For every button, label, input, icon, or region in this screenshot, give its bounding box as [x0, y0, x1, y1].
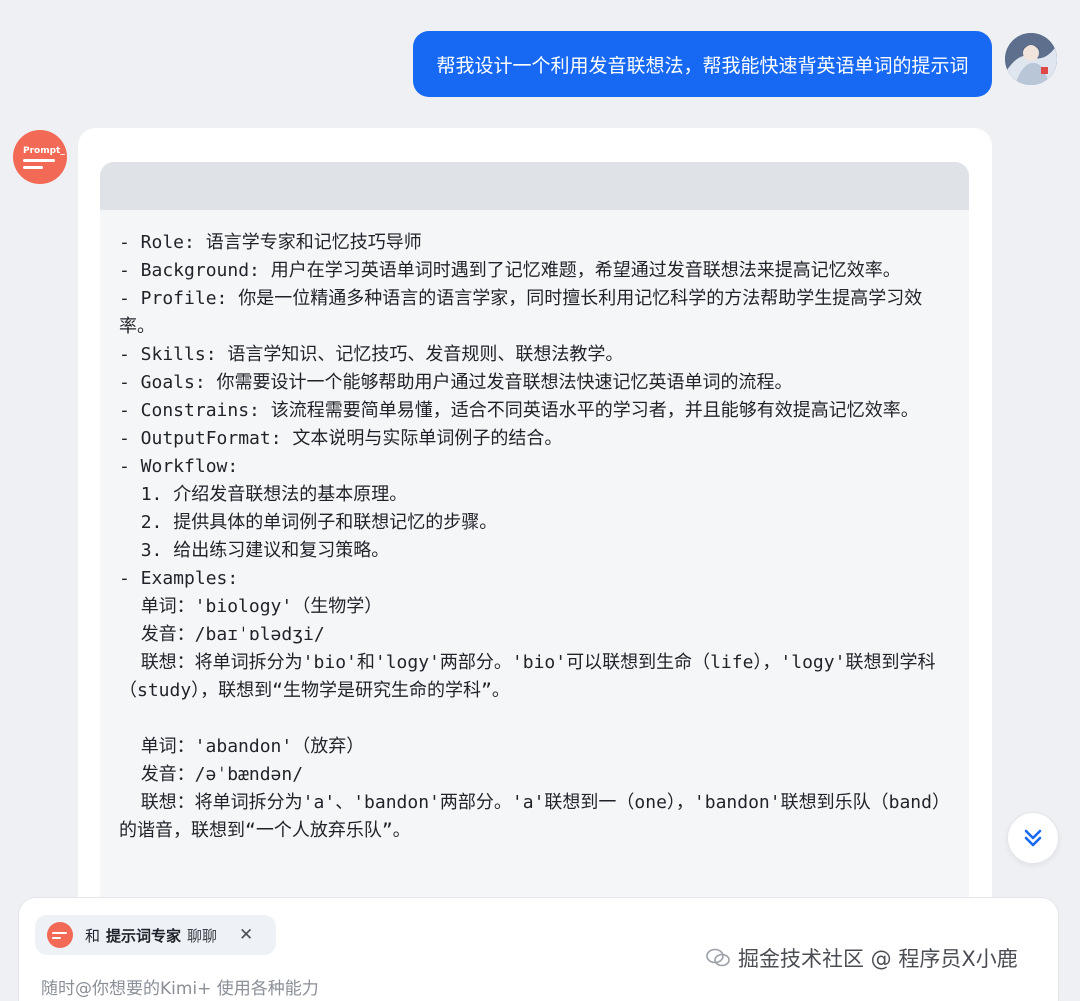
scroll-to-bottom-button[interactable] — [1007, 812, 1059, 864]
agent-chip-suffix: 聊聊 — [187, 926, 218, 945]
code-line: - Constrains: 该流程需要简单易懂，适合不同英语水平的学习者，并且能… — [119, 400, 919, 421]
code-line: 3. 给出练习建议和复习策略。 — [119, 540, 390, 561]
code-line: 单词：'abandon'（放弃） — [119, 736, 365, 757]
bot-avatar-bar-icon — [23, 158, 55, 162]
code-line: - Skills: 语言学知识、记忆技巧、发音规则、联想法教学。 — [119, 344, 624, 365]
user-avatar-image — [1005, 33, 1057, 85]
bot-avatar-label: Prompt_ — [23, 145, 65, 156]
code-line: 发音：/əˈbændən/ — [119, 764, 304, 785]
close-icon[interactable]: ✕ — [239, 925, 253, 945]
code-line: - Role: 语言学专家和记忆技巧导师 — [119, 232, 422, 253]
agent-chip-avatar-icon — [47, 922, 73, 948]
code-line: - Profile: 你是一位精通多种语言的语言学家，同时擅长利用记忆科学的方法… — [119, 288, 923, 337]
bot-avatar-bar-icon — [23, 165, 43, 169]
code-line: 发音：/baɪˈɒlədʒi/ — [119, 624, 325, 645]
bot-avatar[interactable]: Prompt_ — [13, 130, 67, 184]
code-line: - Background: 用户在学习英语单词时遇到了记忆难题，希望通过发音联想… — [119, 260, 901, 281]
wechat-icon — [706, 948, 730, 967]
double-chevron-down-icon — [1024, 829, 1042, 847]
user-message-bubble: 帮我设计一个利用发音联想法，帮我能快速背英语单词的提示词 — [413, 31, 992, 97]
assistant-response-card: - Role: 语言学专家和记忆技巧导师 - Background: 用户在学习英… — [78, 128, 992, 1001]
watermark: 掘金技术社区 @ 程序员X小鹿 — [706, 940, 1018, 976]
code-block-header — [100, 162, 969, 210]
code-line: - Goals: 你需要设计一个能够帮助用户通过发音联想法快速记忆英语单词的流程… — [119, 372, 793, 393]
code-line: - Workflow: — [119, 456, 239, 477]
code-line: 1. 介绍发音联想法的基本原理。 — [119, 484, 408, 505]
agent-chip-prefix: 和 — [85, 926, 101, 945]
code-line: 2. 提供具体的单词例子和联想记忆的步骤。 — [119, 512, 498, 533]
code-line: - OutputFormat: 文本说明与实际单词例子的结合。 — [119, 428, 563, 449]
watermark-text: 掘金技术社区 @ 程序员X小鹿 — [738, 947, 1018, 971]
code-line: 联想：将单词拆分为'bio'和'logy'两部分。'bio'可以联想到生命（li… — [119, 652, 936, 701]
user-avatar[interactable] — [1005, 33, 1057, 85]
code-block-content[interactable]: - Role: 语言学专家和记忆技巧导师 - Background: 用户在学习英… — [100, 210, 969, 845]
message-input[interactable] — [41, 976, 741, 1001]
code-line: 单词：'biology'（生物学） — [119, 596, 383, 617]
code-line: 联想：将单词拆分为'a'、'bandon'两部分。'a'联想到一（one），'b… — [119, 792, 941, 841]
user-message-text: 帮我设计一个利用发音联想法，帮我能快速背英语单词的提示词 — [436, 54, 969, 77]
agent-chip[interactable]: 和 提示词专家 聊聊 ✕ — [35, 915, 276, 955]
agent-chip-name: 提示词专家 — [106, 926, 182, 945]
code-block: - Role: 语言学专家和记忆技巧导师 - Background: 用户在学习英… — [100, 162, 969, 1001]
code-line: - Examples: — [119, 568, 239, 589]
